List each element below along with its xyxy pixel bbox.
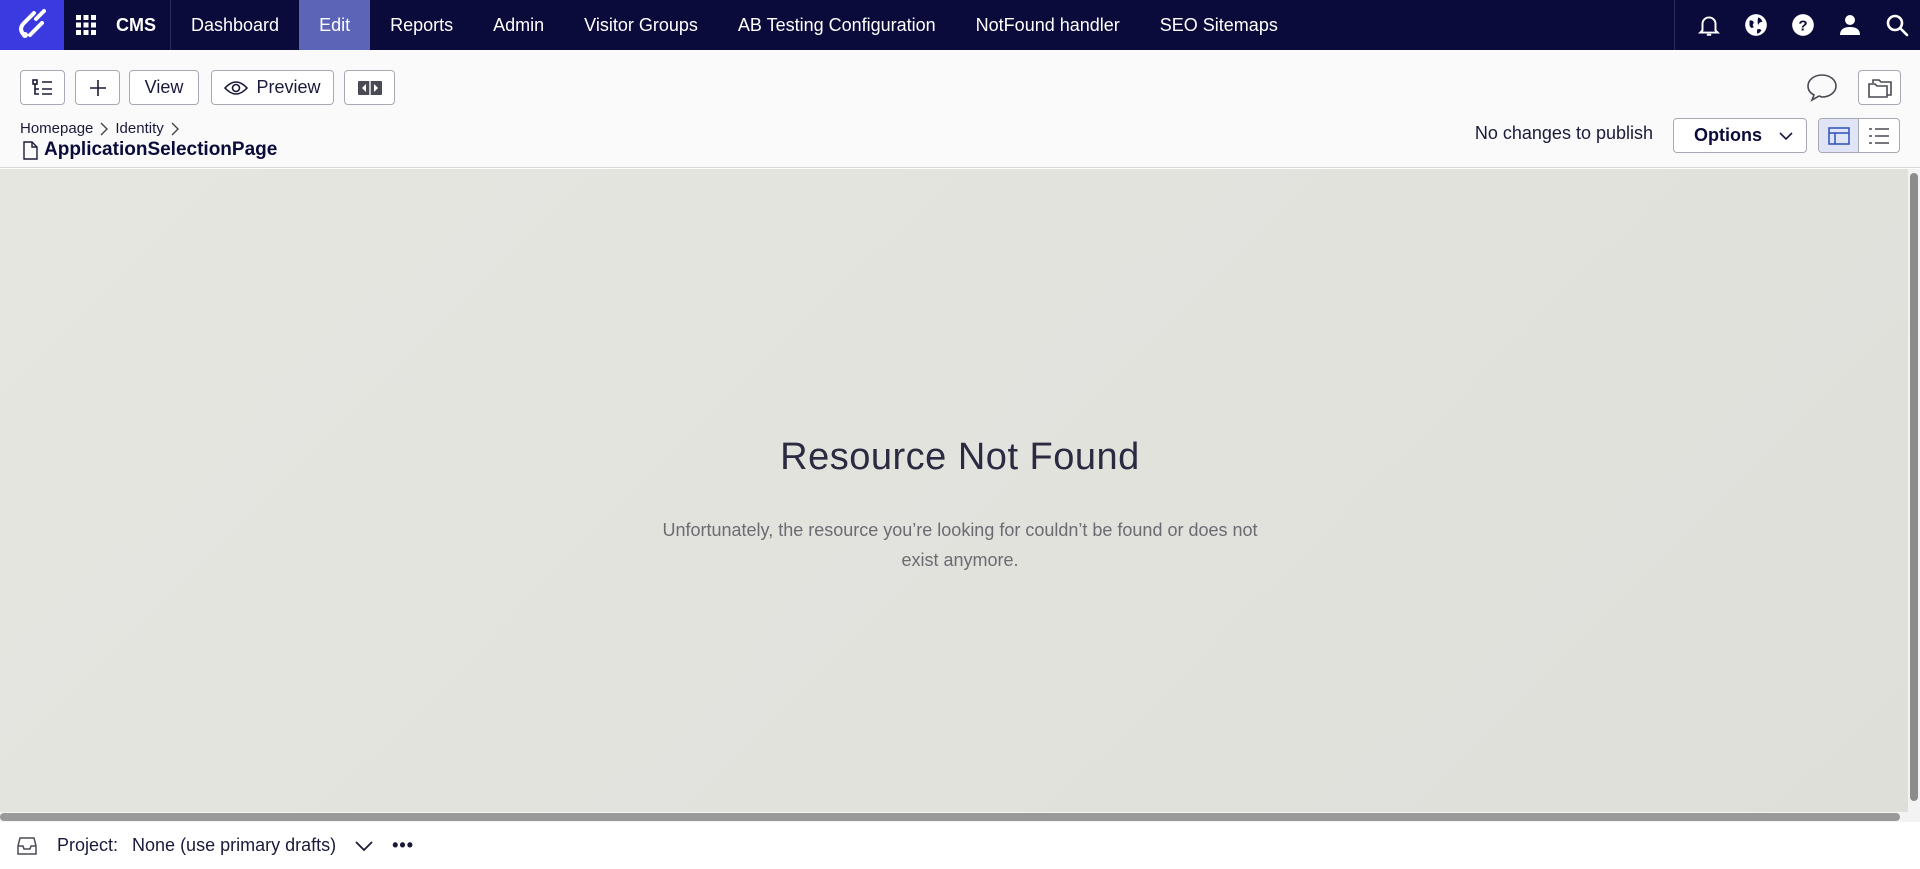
preview-label: Preview (256, 77, 321, 97)
chevron-right-icon (100, 122, 109, 135)
help-icon[interactable]: ? (1779, 0, 1826, 50)
comments-icon[interactable] (1806, 72, 1838, 102)
eye-icon (224, 80, 249, 95)
optimizely-logo-icon (19, 9, 46, 38)
nav-item-reports[interactable]: Reports (370, 0, 473, 50)
not-found-title: Resource Not Found (780, 436, 1140, 478)
nav-item-dashboard[interactable]: Dashboard (171, 0, 299, 50)
add-button[interactable] (75, 70, 120, 105)
tree-icon (31, 78, 52, 95)
not-found-message: Unfortunately, the resource you’re looki… (662, 520, 1258, 570)
top-navigation: CMS Dashboard Edit Reports Admin Visitor… (0, 0, 1920, 50)
nav-item-notfound-handler[interactable]: NotFound handler (956, 0, 1140, 50)
svg-text:?: ? (1798, 17, 1807, 34)
layout-icon (1827, 126, 1850, 145)
editor-toolbar: View Preview Homepage Identity Applicati (0, 50, 1920, 168)
horizontal-scrollbar[interactable] (0, 812, 1908, 822)
page-tree-toggle-button[interactable] (20, 70, 65, 105)
chevron-down-icon (1779, 132, 1793, 141)
vertical-scrollbar[interactable] (1908, 169, 1920, 822)
nav-item-edit[interactable]: Edit (299, 0, 371, 50)
compare-button[interactable] (344, 70, 395, 105)
view-mode-toggle (1818, 118, 1900, 153)
page-icon (23, 140, 38, 160)
assets-panel-button[interactable] (1858, 70, 1901, 105)
page-title: ApplicationSelectionPage (44, 139, 278, 160)
bell-icon[interactable] (1685, 0, 1732, 50)
plus-icon (89, 79, 106, 96)
project-icon (17, 836, 37, 855)
user-icon[interactable] (1826, 0, 1873, 50)
nav-item-ab-testing[interactable]: AB Testing Configuration (718, 0, 956, 50)
preview-frame (0, 169, 1908, 812)
nav-item-seo-sitemaps[interactable]: SEO Sitemaps (1140, 0, 1298, 50)
compare-icon (357, 80, 382, 95)
nav-item-visitor-groups[interactable]: Visitor Groups (564, 0, 718, 50)
nav-divider (1674, 0, 1675, 50)
nav-item-admin[interactable]: Admin (473, 0, 564, 50)
view-button[interactable]: View (129, 70, 199, 105)
on-page-edit-view-button[interactable] (1819, 119, 1860, 152)
page-title-row: ApplicationSelectionPage (22, 139, 277, 161)
app-name: CMS (116, 14, 156, 35)
publish-status: No changes to publish (1474, 123, 1653, 143)
scrollbar-thumb[interactable] (1910, 173, 1918, 801)
breadcrumb-item-identity[interactable]: Identity (115, 120, 163, 137)
app-launcher-icon[interactable] (64, 0, 108, 50)
project-label: Project: (57, 835, 119, 855)
breadcrumb-item-homepage[interactable]: Homepage (20, 120, 93, 137)
chevron-right-icon (171, 122, 179, 135)
all-properties-view-button[interactable] (1859, 119, 1899, 152)
scrollbar-thumb[interactable] (0, 813, 1900, 821)
project-dropdown-chevron-icon[interactable] (354, 838, 374, 854)
options-label: Options (1694, 125, 1762, 145)
more-options-button[interactable]: ••• (392, 835, 414, 856)
logo[interactable] (0, 0, 64, 50)
breadcrumb: Homepage Identity (20, 120, 180, 137)
list-icon (1869, 127, 1889, 144)
options-dropdown[interactable]: Options (1673, 118, 1807, 153)
project-value: None (use primary drafts) (132, 835, 337, 855)
preview-button[interactable]: Preview (211, 70, 334, 105)
nav-right-tools: ? (1674, 0, 1920, 50)
globe-icon[interactable] (1732, 0, 1779, 50)
search-icon[interactable] (1873, 0, 1920, 50)
folder-icon (1867, 78, 1892, 98)
project-bar: Project: None (use primary drafts) ••• (0, 822, 1920, 869)
